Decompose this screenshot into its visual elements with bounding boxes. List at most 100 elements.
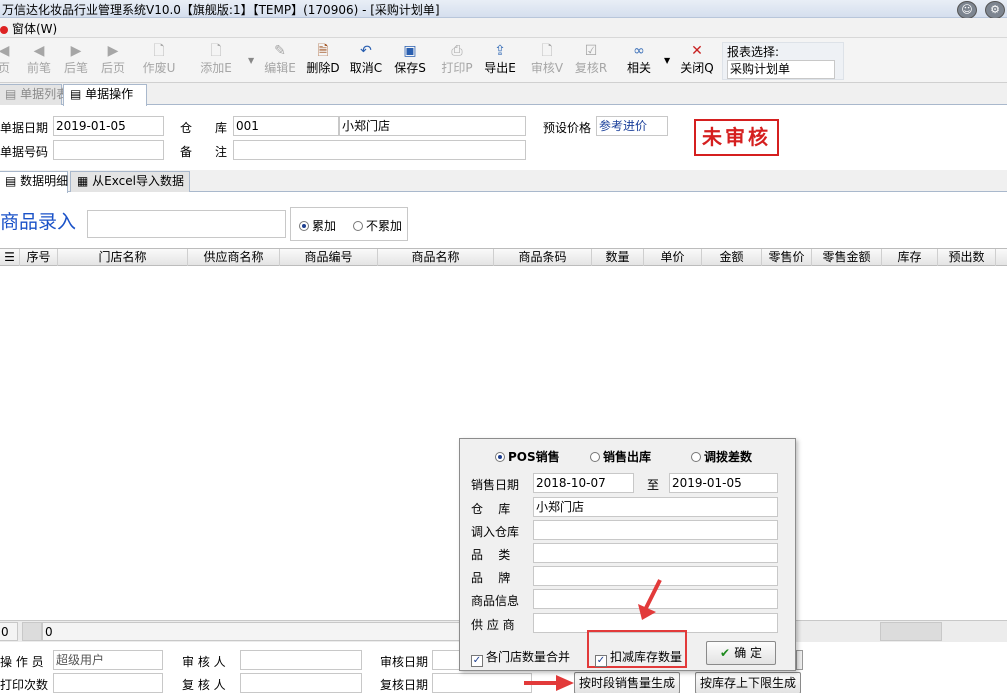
product-entry-input[interactable] [87,210,286,238]
col-amount[interactable]: 金额 [702,249,762,266]
edit-button[interactable]: ✎ 编辑E [263,38,297,82]
add-dropdown-icon[interactable]: ▼ [248,56,254,65]
category-label: 品 类 [471,548,511,562]
checkbox-checked-icon: ✓ [595,655,607,667]
add-button[interactable]: 🗋 添加E [198,38,234,82]
remark-label-1: 备 [180,145,193,159]
radio-checked-icon [299,221,309,231]
related-button[interactable]: ∞ 相关 [624,38,654,82]
status-right-cell [880,622,942,641]
void-button[interactable]: 🗋 作废U [141,38,177,82]
product-entry-label: 商品录入 [0,211,77,233]
auditor-label: 审 核 人 [182,655,226,669]
pos-sales-radio[interactable]: POS销售 [495,448,560,465]
first-page-button[interactable]: ◀ 页 [0,38,14,82]
col-product-name[interactable]: 商品名称 [378,249,494,266]
category-field[interactable] [533,543,778,563]
generate-options-panel: POS销售 销售出库 调拨差数 销售日期 2018-10-07 至 2019-0… [459,438,796,671]
settings-icon[interactable]: ⚙ [985,1,1005,19]
print-count-field[interactable] [53,673,163,693]
remark-field[interactable] [233,140,526,160]
excel-icon: ▦ [77,174,93,188]
menu-bar: 窗体(W) [0,18,1007,38]
tab-detail[interactable]: ▤ 数据明细 [0,171,68,193]
date-field[interactable]: 2019-01-05 [53,116,164,136]
recheck-icon: ☑ [584,43,598,59]
checkbox-checked-icon: ✓ [471,655,483,667]
transfer-warehouse-field[interactable] [533,520,778,540]
deduct-stock-checkbox[interactable]: ✓ 扣减库存数量 [595,648,682,667]
radio-unchecked-icon [590,452,600,462]
accumulate-radio[interactable]: 累加 [299,217,336,234]
popup-warehouse-label: 仓 库 [471,502,511,516]
warehouse-name-field[interactable]: 小郑门店 [339,116,526,136]
col-product-code[interactable]: 商品编号 [280,249,378,266]
prev-icon: ◀ [33,43,45,59]
warehouse-code-field[interactable]: 001 [233,116,339,136]
no-accumulate-radio[interactable]: 不累加 [353,217,402,234]
audit-button[interactable]: 🗋 审核V [530,38,564,82]
audit-icon: 🗋 [541,43,553,59]
price-label: 预设价格 [543,121,592,135]
report-select[interactable]: 采购计划单 [727,60,835,79]
delete-button[interactable]: 🗎 删除D [306,38,340,82]
audit-date-field[interactable] [432,650,462,670]
col-supplier[interactable]: 供应商名称 [188,249,280,266]
grid-menu-icon[interactable]: ☰ [0,249,20,266]
col-barcode[interactable]: 商品条码 [494,249,592,266]
col-store[interactable]: 门店名称 [58,249,188,266]
report-label: 报表选择: [727,45,780,59]
recheck-date-field[interactable] [432,673,532,693]
merge-stores-checkbox[interactable]: ✓ 各门店数量合并 [471,648,570,667]
related-dropdown-icon[interactable]: ▼ [664,56,670,65]
cancel-button[interactable]: ↶ 取消C [349,38,383,82]
report-selector: 报表选择: 采购计划单 [722,42,844,80]
help-icon[interactable]: ☺ [957,1,977,19]
menu-window[interactable]: 窗体(W) [0,20,57,37]
generate-by-period-button[interactable]: 按时段销售量生成 [574,672,680,693]
last-page-button[interactable]: ▶ 后页 [99,38,127,82]
auditor-field[interactable] [240,650,362,670]
col-stock[interactable]: 库存 [882,249,938,266]
recheck-date-label: 复核日期 [380,678,429,692]
recheck-button[interactable]: ☑ 复核R [574,38,608,82]
transfer-warehouse-label: 调入仓库 [471,525,520,539]
main-tabs: ▤ 单据列表 ▤ 单据操作 [0,83,1007,106]
number-field[interactable] [53,140,164,160]
sales-out-radio[interactable]: 销售出库 [590,448,651,465]
popup-warehouse-field[interactable]: 小郑门店 [533,497,778,517]
generate-by-stock-button[interactable]: 按库存上下限生成 [695,672,801,693]
col-seq[interactable]: 序号 [20,249,58,266]
document-icon: ▤ [70,87,86,101]
print-button[interactable]: ⎙ 打印P [440,38,474,82]
col-pre-out[interactable]: 预出数 [938,249,996,266]
link-icon: ∞ [633,43,645,59]
tab-excel-import[interactable]: ▦ 从Excel导入数据 [70,171,190,192]
menu-window-label: 窗体(W) [12,22,58,36]
next-record-button[interactable]: ▶ 后笔 [62,38,90,82]
rechecker-field[interactable] [240,673,362,693]
export-button[interactable]: ⇪ 导出E [483,38,517,82]
col-retail-amount[interactable]: 零售金额 [812,249,882,266]
price-select[interactable]: 参考进价 [596,116,668,136]
confirm-button[interactable]: ✔ 确 定 [706,641,776,665]
sale-date-from-field[interactable]: 2018-10-07 [533,473,634,493]
transfer-diff-radio[interactable]: 调拨差数 [691,448,752,465]
void-icon: 🗋 [153,43,165,59]
sale-date-label: 销售日期 [471,478,520,492]
col-quantity[interactable]: 数量 [592,249,644,266]
warehouse-label-2: 库 [215,121,228,135]
document-icon: ▤ [5,174,21,188]
close-button[interactable]: ✕ 关闭Q [680,38,714,82]
tab-list[interactable]: ▤ 单据列表 [0,84,68,105]
operator-field[interactable]: 超级用户 [53,650,163,670]
close-icon: ✕ [691,43,703,59]
supplier-label: 供 应 商 [471,618,515,632]
col-retail-price[interactable]: 零售价 [762,249,812,266]
prev-record-button[interactable]: ◀ 前笔 [25,38,53,82]
tab-operation[interactable]: ▤ 单据操作 [63,84,147,106]
col-price[interactable]: 单价 [644,249,702,266]
save-button[interactable]: ▣ 保存S [393,38,427,82]
to-label: 至 [647,478,660,492]
sale-date-to-field[interactable]: 2019-01-05 [669,473,778,493]
